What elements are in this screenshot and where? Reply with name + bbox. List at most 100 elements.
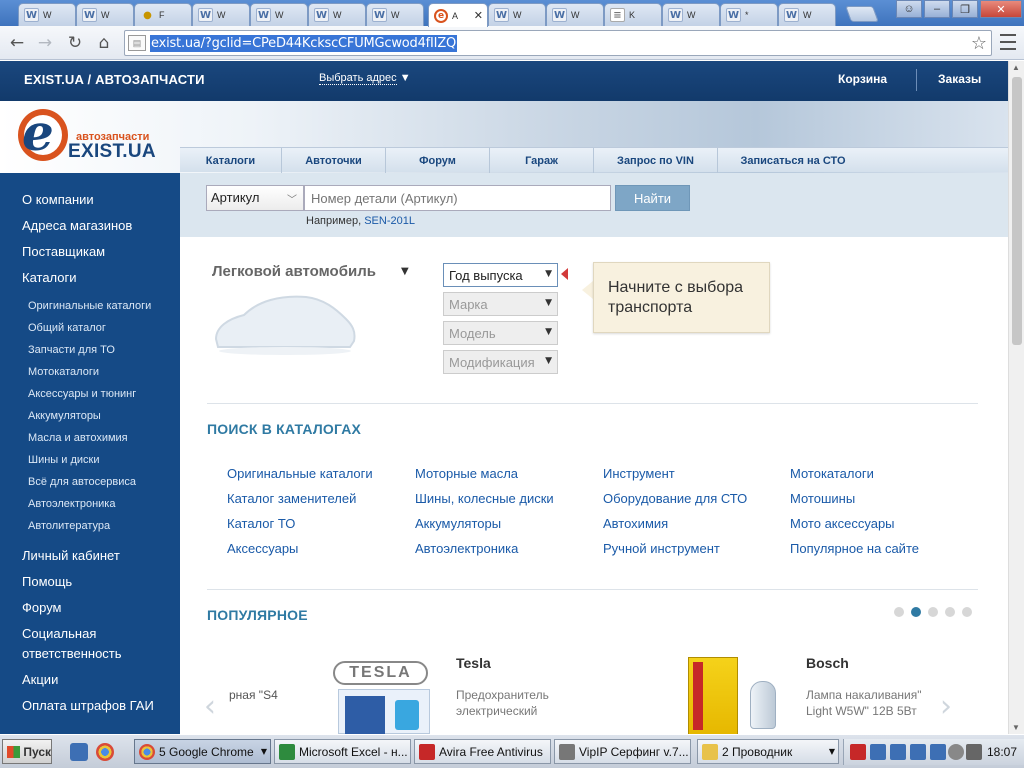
find-button[interactable]: Найти [615,185,690,211]
site-brand[interactable]: EXIST.UA / АВТОЗАПЧАСТИ [24,72,205,87]
address-bar[interactable]: ▤ exist.ua/?gclid=CPeD44KckscCFUMGcwod4f… [124,30,992,56]
taskbar-excel[interactable]: Microsoft Excel - н... [274,739,411,764]
carousel-dot-active[interactable] [911,607,921,617]
sidebar-subitem[interactable]: Оригинальные каталоги [28,300,151,312]
carousel-dot[interactable] [928,607,938,617]
site-logo[interactable]: e автозапчасти EXIST.UA [18,103,168,167]
volume-icon[interactable] [966,744,982,760]
minimize-button[interactable]: – [924,0,950,18]
browser-tab[interactable]: WW [192,3,250,26]
catalog-link[interactable]: Мотокаталоги [790,466,874,481]
bosch-product-image[interactable] [688,657,738,734]
reload-button[interactable]: ↻ [62,31,88,55]
sidebar-subitem[interactable]: Общий каталог [28,322,106,334]
sidebar-item-catalogs[interactable]: Каталоги [22,270,77,285]
nav-forum[interactable]: Форум [386,148,490,173]
sidebar-item-help[interactable]: Помощь [22,574,72,589]
browser-tab[interactable]: W * [720,3,778,26]
carousel-next-icon[interactable]: › [940,689,952,724]
brand-select[interactable]: Марка ▼ [443,292,558,316]
network-icon[interactable] [870,744,886,760]
network-icon[interactable] [930,744,946,760]
browser-tab[interactable]: WW [308,3,366,26]
part-number-input[interactable] [304,185,611,211]
sidebar-item-stores[interactable]: Адреса магазинов [22,218,132,233]
modification-select[interactable]: Модификация ▼ [443,350,558,374]
browser-tab[interactable]: WW [18,3,76,26]
restore-button[interactable]: ❐ [952,0,978,18]
scrollbar-thumb[interactable] [1012,77,1022,345]
start-button[interactable]: Пуск [2,739,52,764]
show-desktop-icon[interactable] [70,743,88,761]
scroll-up-icon[interactable]: ▲ [1012,63,1020,72]
catalog-link[interactable]: Оборудование для СТО [603,491,747,506]
sidebar-subitem[interactable]: Всё для автосервиса [28,476,136,488]
model-select[interactable]: Модель ▼ [443,321,558,345]
menu-icon[interactable] [1000,32,1016,52]
chevron-down-icon[interactable]: ▼ [401,266,409,277]
carousel-dot[interactable] [962,607,972,617]
catalog-link[interactable]: Ручной инструмент [603,541,720,556]
product-brand[interactable]: Bosch [806,655,849,671]
vertical-scrollbar[interactable]: ▲ ▼ [1008,61,1024,734]
catalog-link[interactable]: Оригинальные каталоги [227,466,373,481]
sidebar-item-forum[interactable]: Форум [22,600,62,615]
example-link[interactable]: SEN-201L [364,215,415,227]
catalog-link[interactable]: Аксессуары [227,541,298,556]
sidebar-subitem[interactable]: Шины и диски [28,454,99,466]
app-tray-icon[interactable] [948,744,964,760]
catalog-link[interactable]: Мотошины [790,491,855,506]
home-button[interactable]: ⌂ [91,31,117,55]
browser-tab[interactable]: ≡ K [604,3,662,26]
sidebar-subitem[interactable]: Аксессуары и тюнинг [28,388,136,400]
nav-garage[interactable]: Гараж [490,148,594,173]
network-icon[interactable] [910,744,926,760]
sidebar-item-social[interactable]: Социальная [22,626,96,641]
browser-tab[interactable]: WW [366,3,424,26]
catalog-link[interactable]: Популярное на сайте [790,541,919,556]
cart-link[interactable]: Корзина [838,72,887,86]
profile-button[interactable]: ☺ [896,0,922,18]
browser-tab[interactable]: WW [662,3,720,26]
sidebar-subitem[interactable]: Мотокаталоги [28,366,99,378]
catalog-link[interactable]: Каталог ТО [227,516,295,531]
sidebar-item-account[interactable]: Личный кабинет [22,548,120,563]
sidebar-subitem[interactable]: Масла и автохимия [28,432,128,444]
sidebar-item-suppliers[interactable]: Поставщикам [22,244,105,259]
browser-tab-active[interactable]: e A ✕ [428,3,488,27]
carousel-prev-icon[interactable]: ‹ [204,689,216,724]
sidebar-item-promo[interactable]: Акции [22,672,58,687]
browser-tab[interactable]: WW [76,3,134,26]
avira-tray-icon[interactable] [850,744,866,760]
tesla-product-image[interactable] [338,689,430,734]
url-text[interactable]: exist.ua/?gclid=CPeD44KckscCFUMGcwod4fII… [150,34,458,52]
taskbar-vipip[interactable]: VipIP Серфинг v.7... [554,739,691,764]
taskbar-explorer[interactable]: 2 Проводник ▼ [697,739,839,764]
browser-tab[interactable]: WW [488,3,546,26]
address-selector[interactable]: Выбрать адрес ▼ [319,72,411,85]
sidebar-subitem[interactable]: Автоэлектроника [28,498,115,510]
catalog-link[interactable]: Аккумуляторы [415,516,501,531]
nav-autopoints[interactable]: Автоточки [282,148,386,173]
clock[interactable]: 18:07 [987,745,1017,759]
bookmark-star-icon[interactable]: ☆ [971,33,987,54]
browser-tab[interactable]: ● F [134,3,192,26]
sidebar-subitem[interactable]: Запчасти для ТО [28,344,115,356]
browser-tab[interactable]: WW [250,3,308,26]
year-select[interactable]: Год выпуска ▼ [443,263,558,287]
catalog-link[interactable]: Каталог заменителей [227,491,356,506]
product-brand[interactable]: Tesla [456,655,491,671]
forward-button[interactable]: → [32,31,58,55]
network-icon[interactable] [890,744,906,760]
sidebar-item-social-line2[interactable]: ответственность [22,646,122,661]
browser-tab[interactable]: WW [546,3,604,26]
nav-vin-request[interactable]: Запрос по VIN [594,148,718,173]
catalog-link[interactable]: Шины, колесные диски [415,491,554,506]
carousel-dot[interactable] [945,607,955,617]
browser-tab[interactable]: WW [778,3,836,26]
catalog-link[interactable]: Инструмент [603,466,675,481]
nav-catalogs[interactable]: Каталоги [180,148,282,173]
nav-service-booking[interactable]: Записаться на СТО [718,148,868,173]
catalog-link[interactable]: Мото аксессуары [790,516,895,531]
catalog-link[interactable]: Автоэлектроника [415,541,518,556]
